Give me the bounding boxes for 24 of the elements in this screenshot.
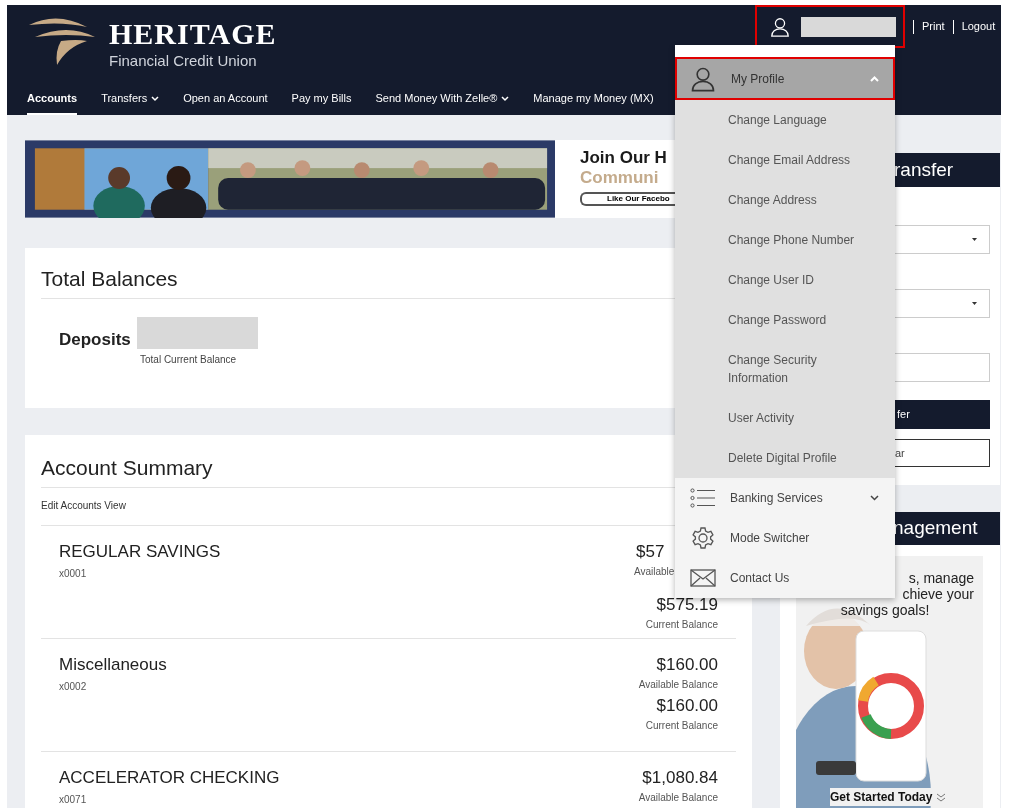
deposits-label: Deposits <box>59 329 132 351</box>
balance-amount: $57 <box>635 541 665 563</box>
banner-headline: Join Our H <box>580 148 668 168</box>
slogan-line: savings goals! <box>840 602 930 618</box>
slogan-line: chieve your <box>902 586 974 602</box>
balance-label: Available <box>633 565 675 579</box>
balance-amount: $160.00 <box>656 695 718 717</box>
account-number: x0001 <box>59 567 88 581</box>
balance-amount: $160.00 <box>656 654 718 676</box>
banner-subline: Communi <box>580 168 660 188</box>
balance-amount: $575.19 <box>656 594 718 616</box>
panel-title: ransfer <box>894 157 954 182</box>
balance-label: Available Balance <box>638 678 718 692</box>
balance-amount: $1,080.84 <box>642 767 718 789</box>
account-number: x0071 <box>59 793 88 807</box>
balance-caption: Total Current Balance <box>140 353 238 367</box>
panel-title: nagement <box>893 516 978 541</box>
balance-label: Current Balance <box>645 618 718 632</box>
logo-tagline: Financial Credit Union <box>109 52 258 70</box>
logo-name: HERITAGE <box>109 19 277 49</box>
balance-label: Available Balance <box>638 791 718 805</box>
slogan-line: s, manage <box>908 570 974 586</box>
account-number: x0002 <box>59 680 88 694</box>
balance-label: Current Balance <box>645 719 718 733</box>
